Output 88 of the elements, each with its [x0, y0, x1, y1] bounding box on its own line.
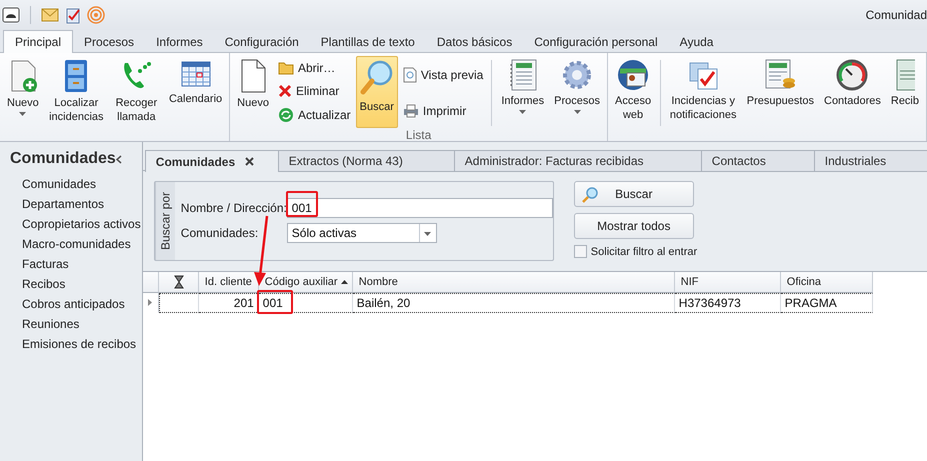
phone-app-icon[interactable] — [2, 6, 20, 24]
group-label: Lista — [404, 128, 432, 142]
document-tab[interactable]: Comunidades — [144, 150, 279, 172]
dropdown-caret-icon — [424, 232, 432, 236]
input-field[interactable]: 001 — [286, 198, 553, 218]
search-icon — [580, 186, 599, 204]
report-icon — [508, 59, 538, 91]
ribbon-button[interactable]: Presupuestos — [742, 56, 818, 128]
ribbon-button[interactable]: Calendario — [164, 56, 226, 128]
globe-contact-icon — [617, 59, 650, 91]
sheet-coins-icon — [764, 59, 796, 91]
document-tab[interactable]: Industriales — [814, 150, 927, 172]
row-header-corner — [142, 272, 159, 293]
printer-icon — [402, 104, 419, 118]
sidebar-item[interactable]: Facturas — [0, 254, 142, 274]
folder-icon — [278, 60, 294, 75]
table-cell — [158, 293, 199, 313]
field-label: Comunidades: — [180, 226, 260, 240]
ribbon-tab[interactable]: Datos básicos — [426, 31, 524, 52]
sidebar-item[interactable]: Recibos — [0, 274, 142, 294]
sidebar-item[interactable]: Departamentos — [0, 194, 142, 214]
table-cell: H37364973 — [674, 293, 781, 313]
column-header[interactable] — [158, 272, 199, 293]
envelope-icon[interactable] — [41, 8, 59, 22]
dropdown-field[interactable]: Sólo activas — [286, 223, 437, 243]
ribbon-tab[interactable]: Plantillas de texto — [310, 31, 426, 52]
hourglass-icon — [174, 275, 184, 289]
ribbon-button[interactable]: Localizar incidencias — [44, 56, 108, 128]
show-all-button[interactable]: Mostrar todos — [574, 213, 694, 239]
ribbon-small-button[interactable]: Actualizar — [274, 106, 354, 124]
document-tab[interactable]: Extractos (Norma 43) — [278, 150, 455, 172]
search-button[interactable]: Buscar — [574, 181, 694, 207]
collapse-chevron-icon[interactable] — [116, 154, 122, 164]
ribbon-tab[interactable]: Informes — [145, 31, 214, 52]
sidebar-item[interactable]: Emisiones de recibos — [0, 334, 142, 354]
column-header[interactable]: Código auxiliar — [258, 272, 353, 293]
document-icon — [239, 59, 268, 93]
delete-x-icon — [278, 84, 292, 98]
table-cell: 001 — [258, 293, 353, 313]
document-tab[interactable]: Contactos — [702, 150, 815, 172]
sidebar-title: Comunidades — [10, 150, 116, 168]
sidebar-item[interactable]: Comunidades — [0, 174, 142, 194]
ribbon-button[interactable]: Acceso web — [611, 56, 656, 128]
ribbon-small-button[interactable]: Vista previa — [400, 66, 486, 84]
sidebar-item[interactable]: Macro-comunidades — [0, 234, 142, 254]
ribbon-button[interactable]: Buscar — [356, 56, 398, 128]
field-label: Nombre / Dirección: — [180, 201, 287, 215]
sidebar-item[interactable]: Copropietarios activos — [0, 214, 142, 234]
search-icon — [360, 59, 394, 97]
table-cell: Bailén, 20 — [352, 293, 675, 313]
ribbon-button[interactable]: Recoger llamada — [110, 56, 163, 128]
ribbon-button[interactable]: Procesos — [550, 56, 604, 128]
document-tab[interactable]: Administrador: Facturas recibidas — [454, 150, 702, 172]
column-header[interactable]: Id. cliente — [198, 272, 259, 293]
table-cell: 201 — [198, 293, 259, 313]
window-title: Comunidad — [866, 8, 927, 22]
table-cell: PRAGMA — [780, 293, 873, 313]
checkbox[interactable]: Solicitar filtro al entrar — [574, 245, 698, 258]
sidebar-item[interactable]: Reuniones — [0, 314, 142, 334]
ribbon-small-button[interactable]: Abrir… — [274, 60, 354, 76]
checkbox-label: Solicitar filtro al entrar — [590, 246, 698, 258]
ribbon-button[interactable]: Nuevo — [3, 56, 43, 128]
column-header[interactable]: Oficina — [780, 272, 873, 293]
column-header[interactable]: Nombre — [352, 272, 675, 293]
calendar-icon — [180, 59, 211, 89]
ribbon-button[interactable]: Nuevo — [233, 56, 273, 128]
group-label: Buscar por — [154, 182, 175, 260]
gear-icon — [561, 59, 594, 91]
ribbon-tab[interactable]: Configuración — [214, 31, 310, 52]
ribbon-tab[interactable]: Ayuda — [668, 31, 724, 52]
preview-icon — [402, 66, 417, 82]
ribbon-small-button[interactable]: Imprimir — [400, 102, 486, 118]
column-header[interactable]: NIF — [674, 272, 781, 293]
ribbon-small-button[interactable]: Eliminar — [274, 82, 354, 99]
ribbon-button[interactable]: Recib — [886, 56, 923, 128]
row-pointer-icon — [148, 299, 152, 306]
sidebar-item[interactable]: Cobros anticipados — [0, 294, 142, 314]
receipt-icon — [894, 59, 915, 91]
ribbon-button[interactable]: Incidencias y notificaciones — [666, 56, 741, 128]
ribbon-tab[interactable]: Configuración personal — [523, 31, 669, 52]
ribbon-button[interactable]: Contadores — [820, 56, 885, 128]
gauge-icon — [836, 59, 868, 91]
refresh-icon — [278, 107, 294, 124]
task-check-icon[interactable] — [65, 6, 81, 24]
ribbon-button[interactable]: Informes — [497, 56, 548, 128]
ribbon-tab[interactable]: Principal — [3, 30, 74, 53]
close-icon[interactable] — [245, 157, 254, 166]
ribbon-tab[interactable]: Procesos — [73, 31, 146, 52]
